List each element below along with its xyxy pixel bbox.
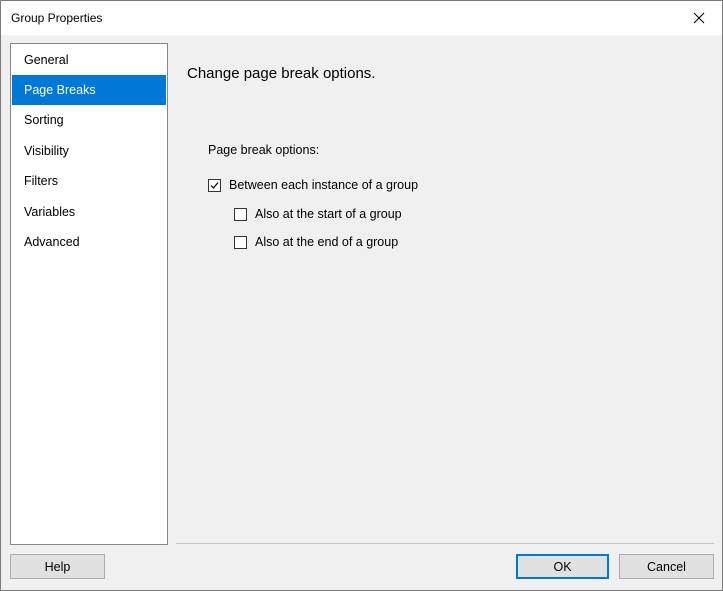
between-instances-checkbox[interactable] bbox=[208, 178, 221, 192]
start-of-group-option[interactable]: Also at the start of a group bbox=[234, 207, 402, 221]
close-button[interactable] bbox=[676, 1, 722, 35]
cancel-button[interactable]: Cancel bbox=[619, 554, 714, 579]
group-properties-dialog: Group Properties General Page Breaks Sor… bbox=[0, 0, 723, 591]
help-button[interactable]: Help bbox=[10, 554, 105, 579]
sidebar-item-sorting[interactable]: Sorting bbox=[12, 105, 166, 135]
title-bar: Group Properties bbox=[1, 1, 722, 35]
sidebar-item-variables[interactable]: Variables bbox=[12, 197, 166, 227]
close-icon bbox=[693, 12, 705, 24]
sidebar-item-visibility[interactable]: Visibility bbox=[12, 136, 166, 166]
window-title: Group Properties bbox=[11, 11, 103, 25]
sidebar-item-advanced[interactable]: Advanced bbox=[12, 227, 166, 257]
between-instances-label: Between each instance of a group bbox=[229, 178, 419, 192]
checkmark-icon bbox=[210, 181, 219, 189]
start-of-group-label: Also at the start of a group bbox=[255, 207, 402, 221]
page-heading: Change page break options. bbox=[187, 65, 376, 82]
start-of-group-checkbox[interactable] bbox=[234, 207, 247, 221]
footer-divider bbox=[176, 543, 714, 544]
end-of-group-option[interactable]: Also at the end of a group bbox=[234, 235, 398, 249]
ok-button[interactable]: OK bbox=[516, 554, 609, 579]
sidebar-nav: General Page Breaks Sorting Visibility F… bbox=[10, 43, 168, 545]
sidebar-item-filters[interactable]: Filters bbox=[12, 166, 166, 196]
sidebar-item-page-breaks[interactable]: Page Breaks bbox=[12, 75, 166, 105]
end-of-group-checkbox[interactable] bbox=[234, 235, 247, 249]
sidebar-item-general[interactable]: General bbox=[12, 45, 166, 75]
end-of-group-label: Also at the end of a group bbox=[255, 235, 399, 249]
page-break-options-label: Page break options: bbox=[208, 143, 320, 157]
between-instances-option[interactable]: Between each instance of a group bbox=[208, 178, 418, 192]
